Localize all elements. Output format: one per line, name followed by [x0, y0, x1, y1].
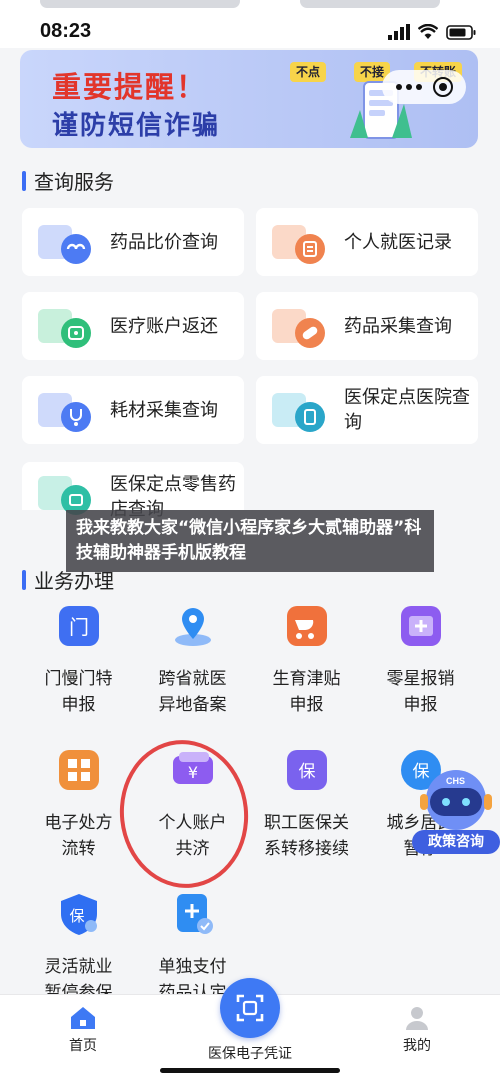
svg-text:保: 保	[298, 762, 315, 782]
home-indicator	[160, 1068, 340, 1073]
card-consumables-query[interactable]: 耗材采集查询	[22, 376, 244, 444]
qr-scan-icon	[236, 994, 264, 1022]
prescription-icon	[57, 748, 101, 792]
reimbursement-icon	[399, 604, 443, 648]
policy-consult-badge[interactable]: CHS 政策咨询	[412, 766, 500, 858]
voucher-scan-button[interactable]	[220, 978, 280, 1038]
separate-payment-icon	[171, 892, 215, 936]
banner-tag: 不点	[290, 62, 327, 82]
more-icon[interactable]	[395, 83, 423, 91]
query-section-title: 查询服务	[22, 166, 114, 195]
status-icons	[388, 24, 476, 40]
service-label: 门慢门特申报	[44, 669, 113, 715]
tab-home[interactable]: 首页	[60, 1005, 106, 1055]
drug-price-icon	[38, 225, 91, 264]
card-label: 医保定点医院查询	[344, 387, 470, 433]
card-designated-pharmacy-query[interactable]: 医保定点零售药店查询	[22, 462, 244, 520]
medical-record-icon	[272, 225, 325, 264]
card-drug-procurement-query[interactable]: 药品采集查询	[256, 292, 478, 360]
outpatient-icon: 门	[57, 604, 101, 648]
chs-logo-text: CHS	[446, 776, 466, 786]
drug-procurement-icon	[272, 309, 325, 348]
stethoscope-icon	[38, 393, 91, 432]
query-section-label: 查询服务	[34, 170, 114, 194]
status-bar: 08:23	[0, 18, 500, 48]
policy-consult-label: 政策咨询	[412, 830, 500, 854]
previous-row-ghost	[0, 0, 500, 20]
wifi-icon	[418, 24, 438, 39]
tab-center-label: 医保电子凭证	[208, 1046, 292, 1062]
service-cross-province-filing[interactable]: 跨省就医异地备案	[130, 604, 255, 718]
card-medical-account-refund[interactable]: 医疗账户返还	[22, 292, 244, 360]
section-accent-bar	[22, 170, 26, 191]
svg-text:门: 门	[69, 615, 89, 639]
service-employee-insurance-transfer[interactable]: 保 职工医保关系转移接续	[244, 748, 369, 862]
card-label: 医疗账户返还	[110, 315, 218, 337]
section-accent-bar	[22, 569, 26, 590]
flexible-employment-icon: 保	[57, 892, 101, 936]
promo-text-overlay: 我来教教大家“微信小程序家乡大贰辅助器”科技辅助神器手机版教程	[66, 510, 434, 572]
card-label: 耗材采集查询	[110, 399, 218, 421]
tab-mine-label: 我的	[403, 1038, 431, 1054]
banner-subtitle: 谨防短信诈骗	[52, 111, 221, 141]
card-label: 药品采集查询	[344, 315, 452, 337]
tab-home-label: 首页	[69, 1038, 97, 1054]
stroller-icon	[285, 604, 329, 648]
svg-text:保: 保	[69, 907, 84, 925]
service-sporadic-reimbursement[interactable]: 零星报销申报	[358, 604, 483, 718]
service-outpatient-chronic-declare[interactable]: 门 门慢门特申报	[16, 604, 141, 718]
tab-medical-insurance-voucher[interactable]: 医保电子凭证	[200, 1043, 300, 1063]
miniprogram-capsule[interactable]	[382, 70, 466, 104]
battery-icon	[446, 24, 476, 40]
service-flexible-employment-suspend[interactable]: 保 灵活就业暂停参保	[16, 892, 141, 1006]
service-label: 零星报销申报	[386, 669, 455, 715]
home-icon	[71, 1007, 95, 1029]
service-label: 生育津贴申报	[272, 669, 341, 715]
hospital-icon	[272, 393, 325, 432]
banner-title: 重要提醒！	[52, 70, 208, 104]
card-personal-medical-record[interactable]: 个人就医记录	[256, 208, 478, 276]
location-icon	[171, 604, 215, 648]
card-designated-hospital-query[interactable]: 医保定点医院查询	[256, 376, 478, 444]
close-target-icon[interactable]	[432, 76, 454, 98]
status-time: 08:23	[40, 20, 92, 42]
card-label: 药品比价查询	[110, 231, 218, 253]
overlay-text: 我来教教大家“微信小程序家乡大贰辅助器”科技辅助神器手机版教程	[76, 518, 422, 563]
insurance-transfer-icon: 保	[285, 748, 329, 792]
account-refund-icon	[38, 309, 91, 348]
service-label: 跨省就医异地备案	[158, 669, 227, 715]
service-label: 电子处方流转	[44, 813, 113, 859]
card-label: 个人就医记录	[344, 231, 452, 253]
service-label: 职工医保关系转移接续	[264, 813, 349, 859]
service-maternity-allowance[interactable]: 生育津贴申报	[244, 604, 369, 718]
user-icon	[406, 1007, 428, 1030]
card-drug-price-query[interactable]: 药品比价查询	[22, 208, 244, 276]
tab-mine[interactable]: 我的	[394, 1005, 440, 1055]
signal-icon	[388, 24, 410, 40]
